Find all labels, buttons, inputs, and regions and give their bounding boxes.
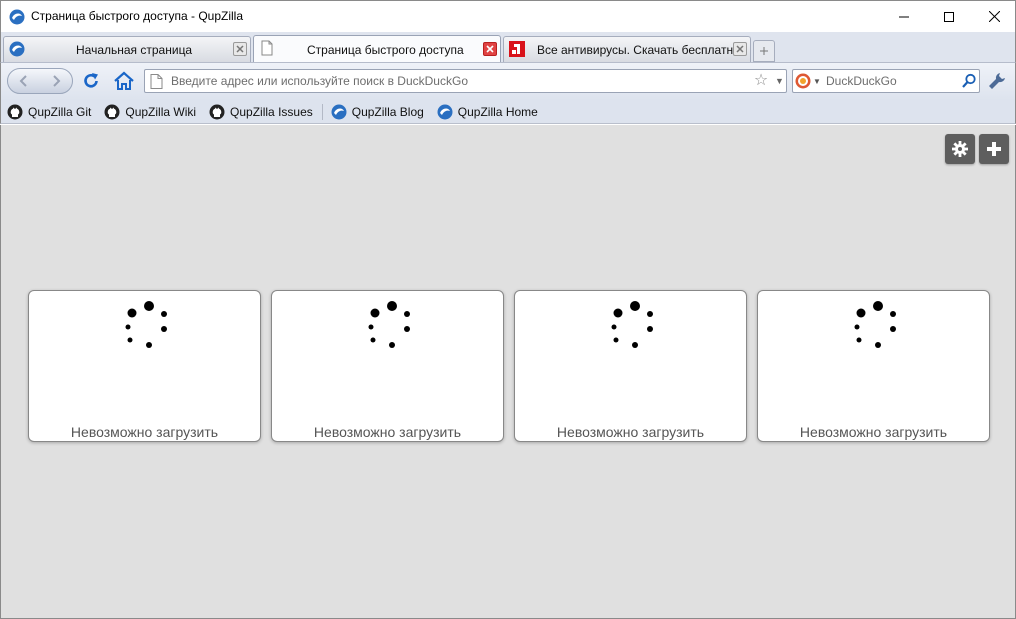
bookmark-label: QupZilla Home	[457, 104, 538, 119]
chevron-left-icon	[19, 75, 27, 87]
tab-label: Все антивирусы. Скачать бесплатно	[537, 43, 740, 57]
chevron-down-icon: ▼	[813, 76, 821, 86]
bookmark-label: QupZilla Git	[28, 104, 92, 119]
speed-dial-tile[interactable]: Невозможно загрузить	[271, 290, 504, 442]
qupzilla-icon	[9, 41, 25, 57]
github-icon	[209, 104, 225, 119]
tab-start-page[interactable]: Начальная страница	[3, 36, 251, 62]
close-icon	[988, 11, 1000, 22]
chevron-right-icon	[53, 75, 61, 87]
bookmark-item[interactable]: QupZilla Blog	[331, 101, 424, 123]
home-icon[interactable]	[113, 71, 135, 91]
speed-dial-tile-label: Невозможно загрузить	[799, 424, 948, 440]
duckduckgo-icon	[795, 73, 811, 89]
speed-dial-page: Невозможно загрузить Невозможно загрузит…	[0, 125, 1016, 619]
speed-dial-tile-label: Невозможно загрузить	[313, 424, 462, 440]
close-icon	[736, 45, 744, 53]
wrench-icon[interactable]	[987, 71, 1007, 91]
bookmark-separator	[321, 103, 323, 120]
plus-icon	[987, 142, 1001, 156]
bookmark-label: QupZilla Blog	[351, 104, 424, 119]
page-icon	[261, 40, 273, 56]
speed-dial-tile-label: Невозможно загрузить	[70, 424, 219, 440]
plus-icon	[760, 47, 768, 55]
close-window-button[interactable]	[971, 1, 1016, 32]
tab-label: Начальная страница	[76, 43, 193, 57]
close-icon	[236, 45, 244, 53]
bookmark-item[interactable]: QupZilla Wiki	[104, 101, 196, 123]
address-bar[interactable]: ☆ ▼	[144, 69, 787, 93]
loading-spinner-icon	[854, 301, 896, 348]
maximize-icon	[944, 11, 954, 22]
back-forward-group	[7, 68, 73, 94]
site-favicon	[509, 41, 525, 57]
bookmark-label: QupZilla Issues	[230, 104, 313, 119]
add-speed-dial-button[interactable]	[979, 134, 1009, 164]
search-icon[interactable]	[961, 73, 977, 89]
bookmark-star-icon[interactable]: ☆	[752, 72, 770, 90]
bookmark-item[interactable]: QupZilla Home	[437, 101, 538, 123]
tab-speed-dial[interactable]: Страница быстрого доступа	[253, 35, 501, 62]
github-icon	[7, 104, 23, 119]
page-icon	[150, 74, 163, 89]
reload-icon[interactable]	[81, 71, 101, 91]
back-button[interactable]	[12, 70, 36, 92]
window-title: Страница быстрого доступа - QupZilla	[31, 9, 244, 23]
minimize-icon	[899, 16, 909, 17]
speed-dial-settings-button[interactable]	[945, 134, 975, 164]
bookmarks-toolbar: QupZilla Git QupZilla Wiki QupZilla Issu…	[0, 100, 1016, 124]
navigation-toolbar: ☆ ▼ ▼	[0, 62, 1016, 100]
new-tab-button[interactable]	[753, 40, 775, 62]
search-bar[interactable]: ▼	[792, 69, 980, 93]
address-input[interactable]	[171, 71, 731, 91]
tab-label: Страница быстрого доступа	[307, 43, 464, 57]
qupzilla-icon	[9, 9, 25, 25]
loading-spinner-icon	[611, 301, 653, 348]
tab-close-button[interactable]	[233, 42, 247, 56]
speed-dial-tile[interactable]: Невозможно загрузить	[28, 290, 261, 442]
github-icon	[104, 104, 120, 119]
qupzilla-icon	[331, 104, 347, 119]
qupzilla-icon	[437, 104, 453, 119]
search-engine-selector[interactable]: ▼	[795, 72, 823, 90]
gear-icon	[952, 141, 968, 157]
tab-antivirus[interactable]: Все антивирусы. Скачать бесплатно	[503, 36, 751, 62]
title-bar: Страница быстрого доступа - QupZilla	[0, 0, 1016, 32]
tab-close-button[interactable]	[733, 42, 747, 56]
speed-dial-tile-label: Невозможно загрузить	[556, 424, 705, 440]
loading-spinner-icon	[368, 301, 410, 348]
tab-close-button[interactable]	[483, 42, 497, 56]
bookmark-item[interactable]: QupZilla Git	[7, 101, 91, 123]
forward-button[interactable]	[44, 70, 68, 92]
bookmark-item[interactable]: QupZilla Issues	[209, 101, 313, 123]
tab-bar: Начальная страница Страница быстрого дос…	[0, 32, 1016, 62]
bookmark-label: QupZilla Wiki	[125, 104, 197, 119]
loading-spinner-icon	[125, 301, 167, 348]
search-input[interactable]	[826, 71, 956, 91]
maximize-button[interactable]	[926, 1, 972, 32]
close-icon	[486, 45, 494, 53]
speed-dial-tile[interactable]: Невозможно загрузить	[757, 290, 990, 442]
url-history-dropdown[interactable]: ▼	[775, 74, 785, 88]
speed-dial-tile[interactable]: Невозможно загрузить	[514, 290, 747, 442]
minimize-button[interactable]	[881, 1, 927, 32]
